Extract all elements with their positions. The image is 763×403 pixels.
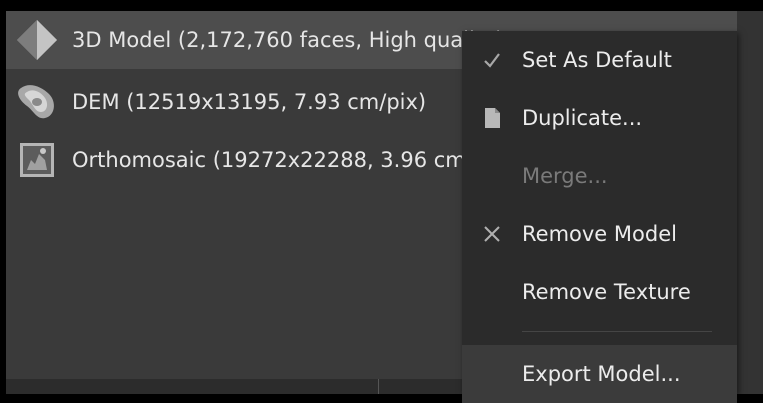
menu-item-export-model[interactable]: Export Model... <box>462 345 737 403</box>
document-icon <box>462 89 522 147</box>
layer-label-dem: DEM (12519x13195, 7.93 cm/pix) <box>72 90 427 114</box>
close-icon <box>462 205 522 263</box>
menu-item-label: Remove Model <box>522 222 677 246</box>
layer-label-3d-model: 3D Model (2,172,760 faces, High quality) <box>72 28 504 52</box>
menu-item-set-as-default[interactable]: Set As Default <box>462 31 737 89</box>
menu-item-duplicate[interactable]: Duplicate... <box>462 89 737 147</box>
layer-label-orthomosaic: Orthomosaic (19272x22288, 3.96 cm/pix) <box>72 148 513 172</box>
menu-item-remove-model[interactable]: Remove Model <box>462 205 737 263</box>
dem-icon <box>14 79 60 125</box>
orthomosaic-icon <box>14 137 60 183</box>
menu-item-label: Set As Default <box>522 48 672 72</box>
menu-item-merge[interactable]: Merge... <box>462 147 737 205</box>
checkmark-icon <box>462 31 522 89</box>
pyramid-icon <box>14 17 60 63</box>
menu-item-label: Export Model... <box>522 362 681 386</box>
vertical-scrollbar[interactable] <box>737 11 763 394</box>
menu-item-label: Remove Texture <box>522 280 691 304</box>
panel-footer-divider <box>378 379 379 394</box>
menu-separator <box>522 331 712 332</box>
menu-item-remove-texture[interactable]: Remove Texture <box>462 263 737 321</box>
menu-item-label: Duplicate... <box>522 106 643 130</box>
context-menu: Set As Default Duplicate... Merge... Rem… <box>462 31 737 403</box>
menu-item-label: Merge... <box>522 164 608 188</box>
